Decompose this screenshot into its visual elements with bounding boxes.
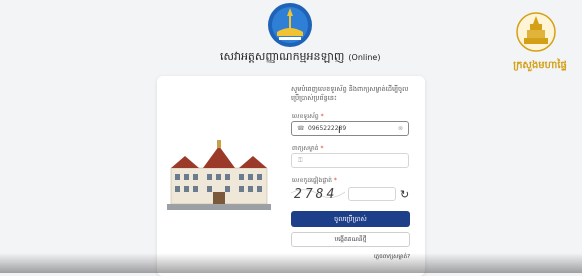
mouse-cursor-icon: I bbox=[338, 126, 341, 136]
required-mark: * bbox=[320, 145, 324, 152]
forgot-password-link[interactable]: ភ្លេចពាក្យសម្ងាត់? bbox=[340, 253, 410, 261]
ministry-emblem-logo bbox=[268, 3, 312, 47]
clear-icon[interactable]: ⊗ bbox=[398, 125, 403, 132]
captcha-image: 2784 bbox=[291, 184, 345, 202]
required-mark: * bbox=[320, 113, 324, 120]
captcha-label-text: លេខកូដផ្ទៀងផ្ទាត់ bbox=[292, 177, 332, 184]
page-title-text: សេវាអត្តសញ្ញាណកម្មអនឡាញ bbox=[220, 50, 345, 63]
brand-name: ក្រសួងមហាផ្ទៃ bbox=[513, 60, 567, 71]
refresh-icon[interactable]: ↻ bbox=[400, 188, 409, 201]
phone-label-text: លេខទូរស័ព្ទ bbox=[292, 113, 319, 120]
password-label: ពាក្យសម្ងាត់ * bbox=[292, 144, 324, 153]
password-label-text: ពាក្យសម្ងាត់ bbox=[292, 145, 319, 152]
page-title: សេវាអត្តសញ្ញាណកម្មអនឡាញ (Online) bbox=[220, 50, 420, 66]
register-button[interactable]: បង្កើតគណនីថ្មី bbox=[291, 232, 410, 247]
required-mark: * bbox=[333, 177, 337, 184]
building-illustration bbox=[167, 140, 271, 210]
captcha-input[interactable] bbox=[348, 187, 396, 201]
phone-input[interactable]: ☎ 0965222289 ⊗ bbox=[291, 121, 409, 136]
page-title-suffix: (Online) bbox=[348, 53, 381, 62]
phone-icon: ☎ bbox=[297, 125, 305, 132]
phone-label: លេខទូរស័ព្ទ * bbox=[292, 112, 324, 121]
lock-icon: ⚿ bbox=[298, 157, 303, 164]
password-input[interactable]: ⚿ bbox=[291, 153, 409, 168]
login-button[interactable]: ចូលប្រើប្រាស់ bbox=[291, 211, 410, 227]
captcha-code: 2784 bbox=[294, 187, 337, 202]
brand-logo bbox=[516, 12, 556, 52]
form-intro-text: សូមបំពេញលេខទូរស័ព្ទ និងពាក្យសម្ងាត់ដើម្ប… bbox=[291, 85, 409, 102]
